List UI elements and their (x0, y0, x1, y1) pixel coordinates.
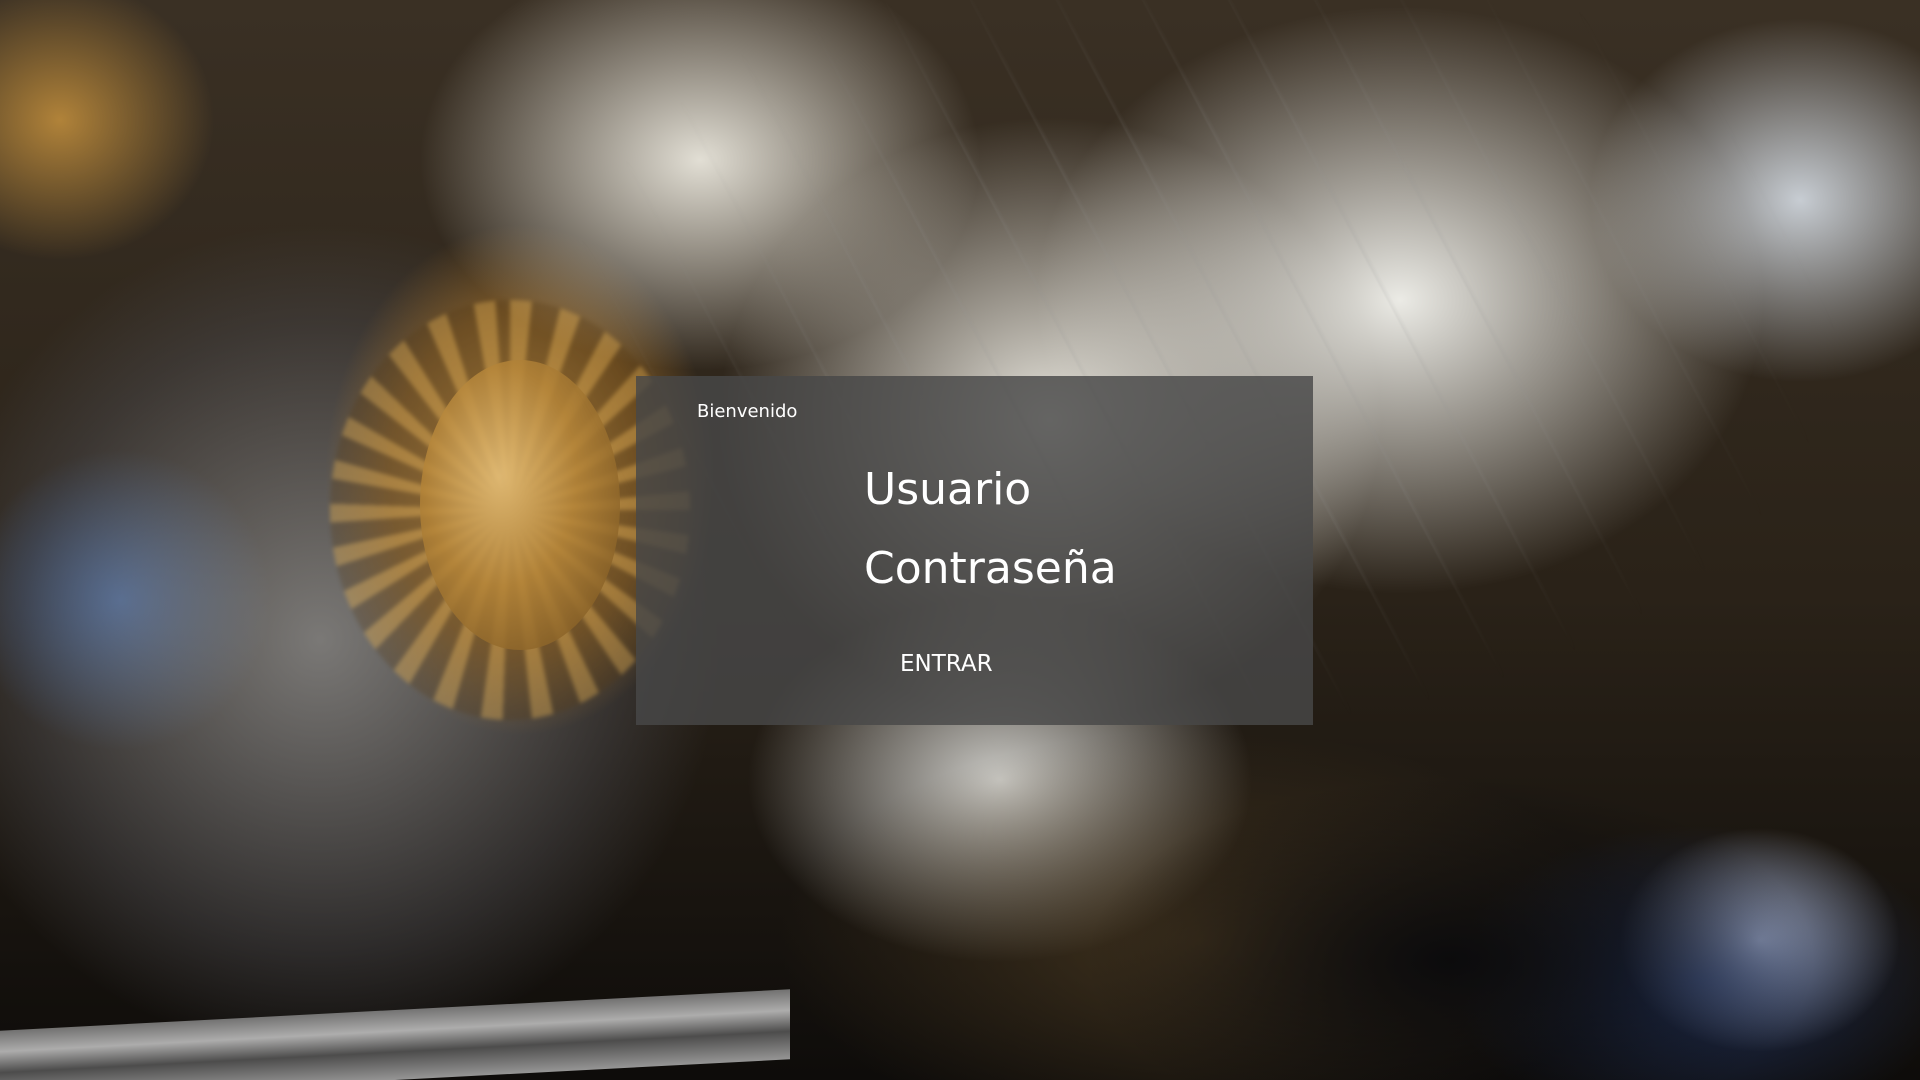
login-screen: Bienvenido ENTRAR (0, 0, 1920, 1080)
enter-button[interactable]: ENTRAR (900, 651, 993, 677)
username-input[interactable] (864, 458, 1244, 520)
login-panel: Bienvenido ENTRAR (636, 376, 1313, 725)
password-input[interactable] (864, 537, 1244, 599)
welcome-label: Bienvenido (697, 401, 798, 422)
